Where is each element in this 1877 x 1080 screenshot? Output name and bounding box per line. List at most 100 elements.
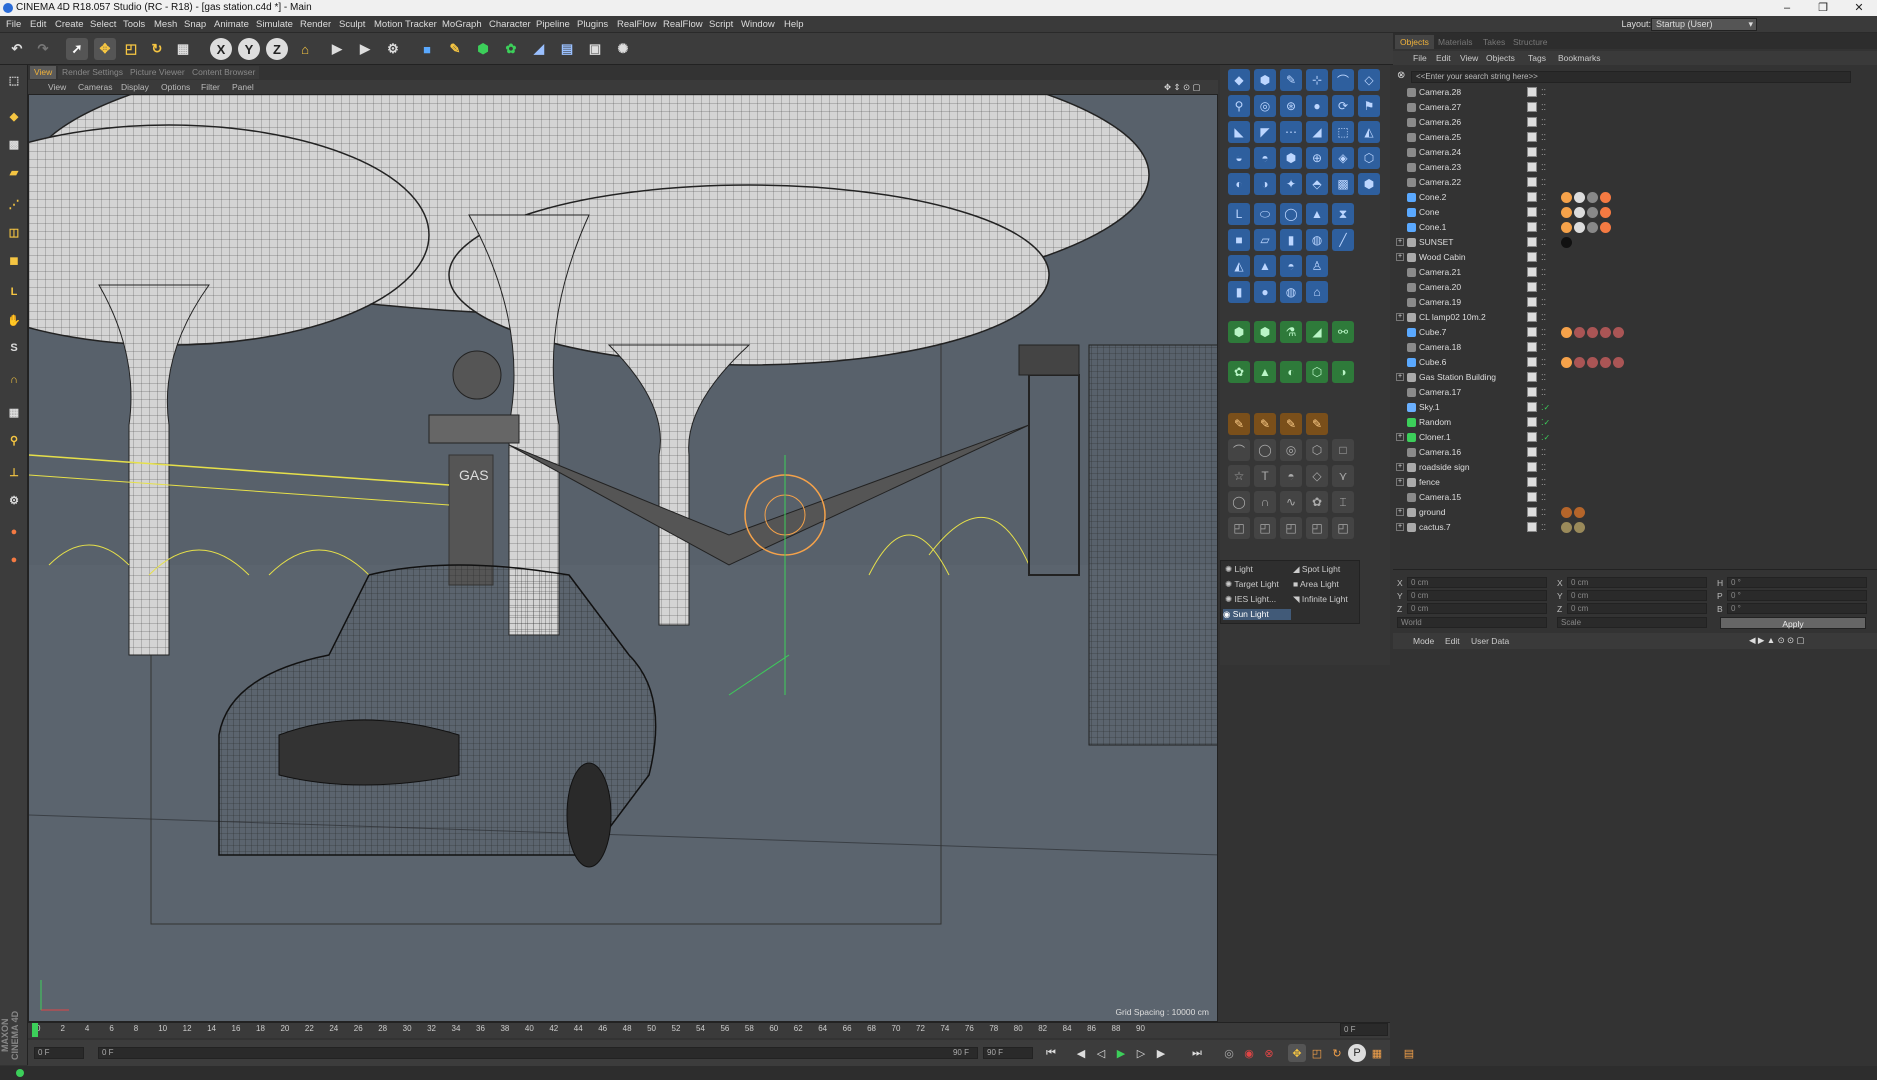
material-tag-icon[interactable] [1600, 222, 1611, 233]
apply-button[interactable]: Apply [1720, 617, 1866, 629]
platonic-icon[interactable]: ◍ [1306, 229, 1328, 251]
figure-icon[interactable]: ♙ [1306, 255, 1328, 277]
object-row[interactable]: Camera.23 ⁚⁚ [1393, 160, 1863, 175]
symmetry-icon[interactable]: ⚲ [3, 429, 25, 451]
ffd-icon[interactable]: ⬚ [1332, 121, 1354, 143]
expand-icon[interactable]: + [1396, 373, 1404, 381]
om-menu-view[interactable]: View [1460, 53, 1478, 63]
text-icon[interactable]: T [1254, 465, 1276, 487]
menu-plugins[interactable]: Plugins [577, 19, 608, 30]
key-position-icon[interactable]: ✥ [1288, 1044, 1306, 1062]
magnet-tool-icon[interactable]: ⊛ [1280, 95, 1302, 117]
expand-icon[interactable]: + [1396, 523, 1404, 531]
sculpt-icon[interactable]: ● [3, 521, 25, 543]
layer-visibility-icon[interactable] [1527, 357, 1537, 367]
viewport-nav-icons[interactable]: ✥ ⇕ ⊙ ▢ [1164, 82, 1200, 93]
key-rotation-icon[interactable]: ↻ [1328, 1044, 1346, 1062]
material-tag-icon[interactable] [1587, 222, 1598, 233]
render-toggle-icon[interactable]: ⁚⁚ [1541, 340, 1546, 355]
object-row[interactable]: + cactus.7 ⁚⁚ [1393, 520, 1863, 535]
render-toggle-icon[interactable]: ⁚⁚ [1541, 370, 1546, 385]
line-icon[interactable]: ╱ [1332, 229, 1354, 251]
vp-menu-panel[interactable]: Panel [232, 82, 254, 92]
extrude-icon[interactable]: ⬢ [1254, 69, 1276, 91]
menu-create[interactable]: Create [55, 19, 84, 30]
end-frame-field[interactable]: 90 F [983, 1047, 1033, 1059]
material-tag-icon[interactable] [1561, 207, 1572, 218]
menu-script[interactable]: Script [709, 19, 733, 30]
redo-icon[interactable]: ↷ [32, 38, 54, 60]
deformer-icon[interactable]: ◢ [528, 38, 550, 60]
layer-visibility-icon[interactable] [1527, 522, 1537, 532]
house-icon[interactable]: ⌂ [1306, 281, 1328, 303]
object-row[interactable]: + fence ⁚⁚ [1393, 475, 1863, 490]
capsule-icon[interactable]: ⧗ [1332, 203, 1354, 225]
bezier-spline-icon[interactable]: ✎ [1280, 413, 1302, 435]
om-menu-edit[interactable]: Edit [1436, 53, 1451, 63]
material-tag-icon[interactable] [1600, 207, 1611, 218]
object-row[interactable]: + Wood Cabin ⁚⁚ [1393, 250, 1863, 265]
light-item-area[interactable]: ■ Area Light [1293, 579, 1339, 589]
current-frame-field[interactable]: 0 F [1340, 1023, 1388, 1036]
timeline-ruler[interactable]: 0 2 4 6 8 10 12 14 16 18 20 22 24 26 28 30 32 34 36 38 40 42 4… [28, 1022, 1390, 1038]
bridge-icon[interactable]: ⌒ [1332, 69, 1354, 91]
weld-icon[interactable]: ⊹ [1306, 69, 1328, 91]
object-row[interactable]: + ground ⁚⁚ [1393, 505, 1863, 520]
bulge-icon[interactable]: ◒ [1228, 147, 1250, 169]
render-toggle-icon[interactable]: ⁚⁚ [1541, 520, 1546, 535]
formula-spline-icon[interactable]: ∿ [1280, 491, 1302, 513]
object-row[interactable]: Cone.1 ⁚⁚ [1393, 220, 1863, 235]
layer-visibility-icon[interactable] [1527, 282, 1537, 292]
om-menu-file[interactable]: File [1413, 53, 1427, 63]
menu-window[interactable]: Window [741, 19, 775, 30]
n-side-icon[interactable]: ⬡ [1306, 439, 1328, 461]
move-tool-icon[interactable]: ✥ [94, 38, 116, 60]
coord-field[interactable]: 0 cm [1567, 590, 1707, 601]
expand-icon[interactable]: + [1396, 463, 1404, 471]
workplane-icon[interactable]: ▰ [3, 161, 25, 183]
melt-icon[interactable]: ◐ [1228, 173, 1250, 195]
material-tag-icon[interactable] [1574, 207, 1585, 218]
render-toggle-icon[interactable]: ⁚⁚ [1541, 115, 1546, 130]
circle-icon[interactable]: ◯ [1254, 439, 1276, 461]
cissoid-icon[interactable]: ⋎ [1332, 465, 1354, 487]
render-view-icon[interactable]: ▶ [326, 38, 348, 60]
layer-visibility-icon[interactable] [1527, 177, 1537, 187]
tube-icon[interactable]: ▮ [1228, 281, 1250, 303]
attr-nav-icons[interactable]: ◀ ▶ ▲ ⊙ ⊙ ▢ [1749, 635, 1805, 646]
record-active-icon[interactable]: ◉ [1240, 1044, 1258, 1062]
material-tag-icon[interactable] [1613, 327, 1624, 338]
collision-icon[interactable]: ⬘ [1306, 173, 1328, 195]
object-row[interactable]: + Gas Station Building ⁚⁚ [1393, 370, 1863, 385]
om-menu-objects[interactable]: Objects [1486, 53, 1515, 63]
menu-mesh[interactable]: Mesh [154, 19, 177, 30]
sphere-icon[interactable]: ● [1254, 281, 1276, 303]
layer-visibility-icon[interactable] [1527, 132, 1537, 142]
rectangle-icon[interactable]: □ [1332, 439, 1354, 461]
subdivision-icon[interactable]: ⬢ [472, 38, 494, 60]
camera-icon[interactable]: ▣ [584, 38, 606, 60]
object-row[interactable]: Sky.1 ⁚✓ [1393, 400, 1863, 415]
oil-tank-icon[interactable]: ◓ [1280, 255, 1302, 277]
object-row[interactable]: Camera.19 ⁚⁚ [1393, 295, 1863, 310]
object-row[interactable]: Camera.22 ⁚⁚ [1393, 175, 1863, 190]
layer-visibility-icon[interactable] [1527, 462, 1537, 472]
render-toggle-icon[interactable]: ⁚⁚ [1541, 280, 1546, 295]
om-menu-tags[interactable]: Tags [1528, 53, 1546, 63]
object-row[interactable]: Camera.26 ⁚⁚ [1393, 115, 1863, 130]
pen-spline-icon[interactable]: ✎ [444, 38, 466, 60]
render-toggle-icon[interactable]: ⁚✓ [1541, 430, 1550, 445]
menu-mograph[interactable]: MoGraph [442, 19, 482, 30]
vp-menu-options[interactable]: Options [161, 82, 190, 92]
tab-materials[interactable]: Materials [1433, 35, 1477, 49]
polygon-pen-icon[interactable]: ◆ [1228, 69, 1250, 91]
object-row[interactable]: Camera.16 ⁚⁚ [1393, 445, 1863, 460]
material-tag-icon[interactable] [1561, 327, 1572, 338]
render-toggle-icon[interactable]: ⁚⁚ [1541, 475, 1546, 490]
snap-icon[interactable]: S [3, 337, 25, 359]
fill-icon[interactable]: ◇ [1358, 69, 1380, 91]
object-row[interactable]: Cube.6 ⁚⁚ [1393, 355, 1863, 370]
coord-field[interactable]: 0 cm [1407, 603, 1547, 614]
cone-icon[interactable]: ▲ [1306, 203, 1328, 225]
go-to-end-icon[interactable]: ⏭ [1188, 1044, 1206, 1062]
